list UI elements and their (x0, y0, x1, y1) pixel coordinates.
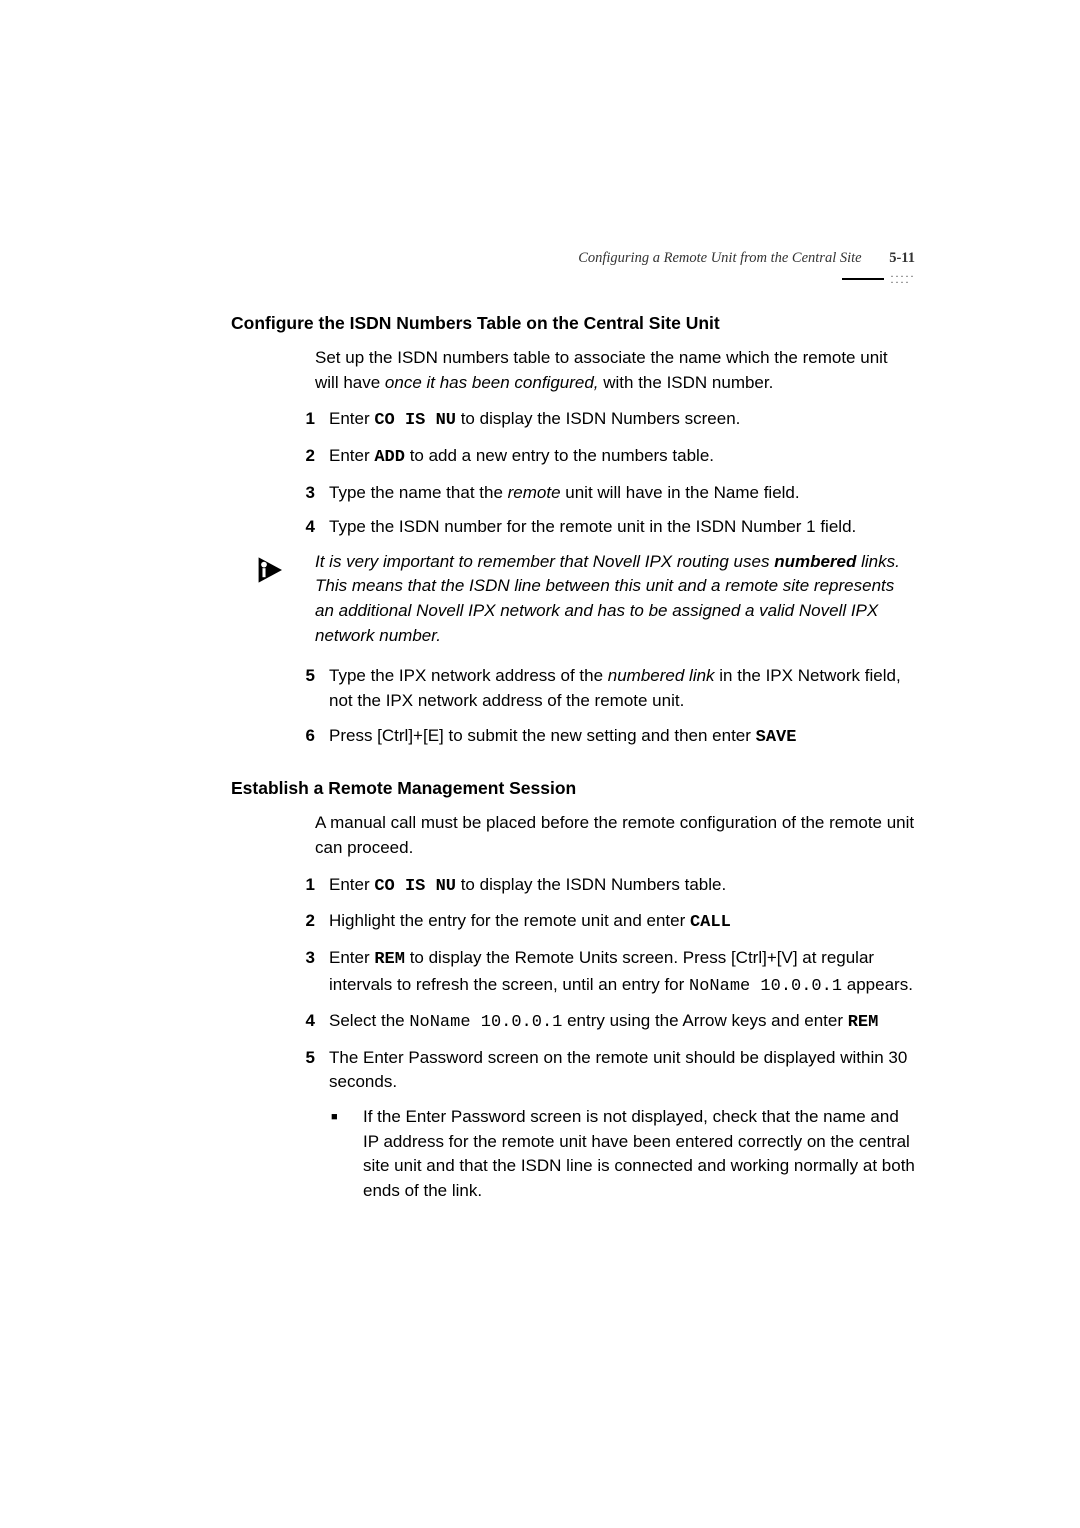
text-bold: numbered (774, 552, 856, 571)
step-number: 5 (287, 664, 315, 713)
header-rule: ········· (235, 273, 915, 285)
step-text: Highlight the entry for the remote unit … (329, 909, 915, 936)
running-header: Configuring a Remote Unit from the Centr… (235, 250, 915, 267)
text: unit will have in the Name field. (561, 483, 800, 502)
text: Type the IPX network address of the (329, 666, 608, 685)
section2-heading: Establish a Remote Management Session (231, 778, 915, 799)
step-number: 3 (287, 946, 315, 999)
step-number: 2 (287, 909, 315, 936)
text: entry using the Arrow keys and enter (562, 1011, 847, 1030)
text: to display the ISDN Numbers screen. (456, 409, 740, 428)
text: with the ISDN number. (599, 373, 774, 392)
bullet-text: If the Enter Password screen is not disp… (363, 1105, 915, 1204)
step-number: 2 (287, 444, 315, 471)
step-text: The Enter Password screen on the remote … (329, 1046, 915, 1095)
step-text: Type the IPX network address of the numb… (329, 664, 915, 713)
command: REM (374, 950, 405, 969)
step-number: 4 (287, 1009, 315, 1036)
step-text: Press [Ctrl]+[E] to submit the new setti… (329, 724, 915, 751)
command: ADD (374, 448, 405, 467)
text: Enter (329, 875, 374, 894)
section2-step3: 3 Enter REM to display the Remote Units … (287, 946, 915, 999)
text: Highlight the entry for the remote unit … (329, 911, 690, 930)
section2-step1: 1 Enter CO IS NU to display the ISDN Num… (287, 873, 915, 900)
text: to display the ISDN Numbers table. (456, 875, 726, 894)
step-text: Type the ISDN number for the remote unit… (329, 515, 915, 540)
command: CO IS NU (374, 411, 456, 430)
text: Press [Ctrl]+[E] to submit the new setti… (329, 726, 756, 745)
section2-intro: A manual call must be placed before the … (315, 811, 915, 860)
text: Enter (329, 446, 374, 465)
header-rule-line (842, 278, 884, 280)
command: REM (848, 1013, 879, 1032)
mono-text: NoName 10.0.0.1 (409, 1013, 562, 1032)
section2-step5: 5 The Enter Password screen on the remot… (287, 1046, 915, 1095)
section1-step1: 1 Enter CO IS NU to display the ISDN Num… (287, 407, 915, 434)
section2-step5-bullet: ■ If the Enter Password screen is not di… (331, 1105, 915, 1204)
step-number: 4 (287, 515, 315, 540)
text-italic: numbered link (608, 666, 715, 685)
info-note: It is very important to remember that No… (255, 550, 915, 649)
command: SAVE (756, 728, 797, 747)
step-text: Enter ADD to add a new entry to the numb… (329, 444, 915, 471)
text: It is very important to remember that No… (315, 552, 774, 571)
step-text: Enter CO IS NU to display the ISDN Numbe… (329, 407, 915, 434)
step-number: 5 (287, 1046, 315, 1095)
step-number: 3 (287, 481, 315, 506)
text: The Enter Password screen on the remote … (329, 1048, 907, 1092)
info-icon (255, 552, 295, 649)
section1-heading: Configure the ISDN Numbers Table on the … (231, 313, 915, 334)
section1-intro: Set up the ISDN numbers table to associa… (315, 346, 915, 395)
text-italic: once it has been configured, (385, 373, 599, 392)
step-text: Enter CO IS NU to display the ISDN Numbe… (329, 873, 915, 900)
step-text: Select the NoName 10.0.0.1 entry using t… (329, 1009, 915, 1036)
section1-step5: 5 Type the IPX network address of the nu… (287, 664, 915, 713)
page-number: 5-11 (889, 250, 915, 266)
step-number: 1 (287, 873, 315, 900)
section1-step3: 3 Type the name that the remote unit wil… (287, 481, 915, 506)
section2-step2: 2 Highlight the entry for the remote uni… (287, 909, 915, 936)
bullet-icon: ■ (331, 1110, 349, 1204)
note-text: It is very important to remember that No… (315, 550, 915, 649)
command: CO IS NU (374, 877, 456, 896)
step-text: Enter REM to display the Remote Units sc… (329, 946, 915, 999)
step-number: 6 (287, 724, 315, 751)
text-italic: remote (508, 483, 561, 502)
text: Select the (329, 1011, 409, 1030)
section2-step4: 4 Select the NoName 10.0.0.1 entry using… (287, 1009, 915, 1036)
section1-step2: 2 Enter ADD to add a new entry to the nu… (287, 444, 915, 471)
header-dots-icon: ········· (890, 273, 915, 285)
mono-text: NoName 10.0.0.1 (689, 977, 842, 996)
section1-step6: 6 Press [Ctrl]+[E] to submit the new set… (287, 724, 915, 751)
running-title: Configuring a Remote Unit from the Centr… (578, 250, 861, 266)
step-number: 1 (287, 407, 315, 434)
text: appears. (842, 975, 913, 994)
text: Enter (329, 948, 374, 967)
text: to add a new entry to the numbers table. (405, 446, 714, 465)
command: CALL (690, 913, 731, 932)
step-text: Type the name that the remote unit will … (329, 481, 915, 506)
text: Type the name that the (329, 483, 508, 502)
section1-step4: 4 Type the ISDN number for the remote un… (287, 515, 915, 540)
text: Enter (329, 409, 374, 428)
